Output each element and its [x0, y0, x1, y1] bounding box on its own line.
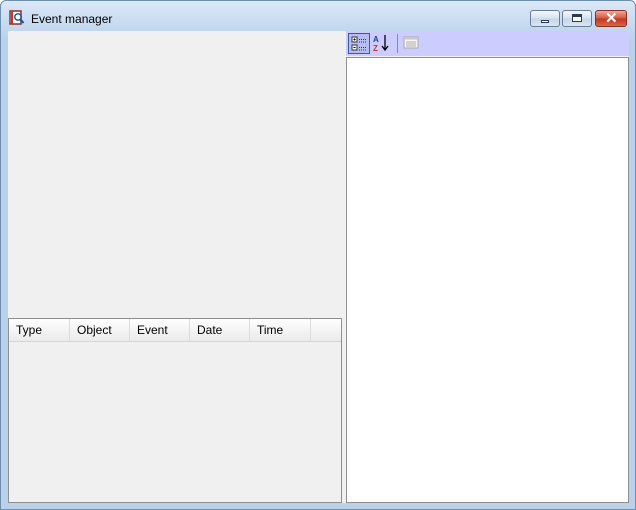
client-area: Type Object Event Date Time A Z	[8, 31, 629, 503]
property-pages-button[interactable]	[401, 33, 423, 54]
property-grid-panel: A Z	[346, 31, 629, 503]
maximize-button[interactable]	[562, 10, 592, 27]
column-header-date[interactable]: Date	[190, 319, 250, 341]
event-manager-app-icon	[9, 10, 25, 26]
column-header-filler	[311, 319, 341, 341]
categorized-view-icon	[351, 36, 366, 51]
event-list[interactable]: Type Object Event Date Time	[8, 318, 342, 503]
column-header-type[interactable]: Type	[9, 319, 70, 341]
close-icon: ✕	[605, 10, 618, 27]
toolbar-separator	[397, 34, 398, 53]
property-pages-icon	[403, 36, 419, 49]
categorized-button[interactable]	[348, 33, 370, 54]
title-bar[interactable]: Event manager ✕	[1, 1, 635, 31]
window-title: Event manager	[31, 12, 113, 26]
event-manager-window: Event manager ✕ Type Object Event Date T…	[0, 0, 636, 510]
column-header-object[interactable]: Object	[70, 319, 130, 341]
svg-text:Z: Z	[373, 44, 378, 52]
property-toolbar: A Z	[346, 31, 629, 56]
alphabetical-button[interactable]: A Z	[371, 33, 393, 54]
close-button[interactable]: ✕	[595, 10, 627, 27]
column-header-event[interactable]: Event	[130, 319, 190, 341]
minimize-button[interactable]	[530, 10, 560, 27]
event-list-header: Type Object Event Date Time	[9, 319, 341, 342]
sort-az-icon: A Z	[373, 35, 389, 53]
property-grid[interactable]	[346, 57, 629, 503]
column-header-time[interactable]: Time	[250, 319, 311, 341]
event-tree-panel[interactable]	[8, 31, 342, 317]
maximize-icon	[572, 14, 582, 22]
minimize-icon	[541, 20, 549, 23]
svg-text:A: A	[373, 35, 379, 44]
